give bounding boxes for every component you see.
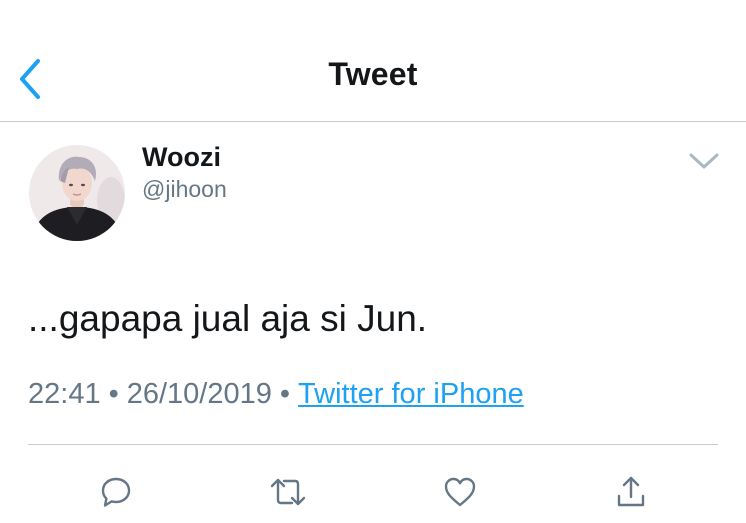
tweet-menu-button[interactable] [686,146,722,176]
divider [28,444,718,445]
tweet-date: 26/10/2019 [126,378,272,410]
tweet-meta: 22:41 • 26/10/2019 • Twitter for iPhone [28,378,524,411]
avatar[interactable] [29,145,125,241]
avatar-image [29,145,125,241]
tweet-source-link[interactable]: Twitter for iPhone [298,378,524,410]
navigation-bar: Tweet [0,0,746,122]
author-display-name[interactable]: Woozi [142,142,221,173]
action-bar [0,470,746,514]
chevron-down-icon [689,153,719,169]
tweet-text: ...gapapa jual aja si Jun. [28,298,428,339]
share-button[interactable] [609,470,653,514]
like-button[interactable] [438,470,482,514]
share-icon [617,476,645,507]
reply-button[interactable] [94,470,138,514]
page-title: Tweet [328,56,418,92]
author-handle[interactable]: @jihoon [142,176,227,203]
reply-icon [101,477,131,507]
meta-separator: • [279,378,291,410]
retweet-button[interactable] [266,470,310,514]
retweet-icon [270,478,306,506]
like-icon [444,477,476,507]
tweet-time: 22:41 [28,378,101,410]
meta-separator: • [108,378,119,410]
